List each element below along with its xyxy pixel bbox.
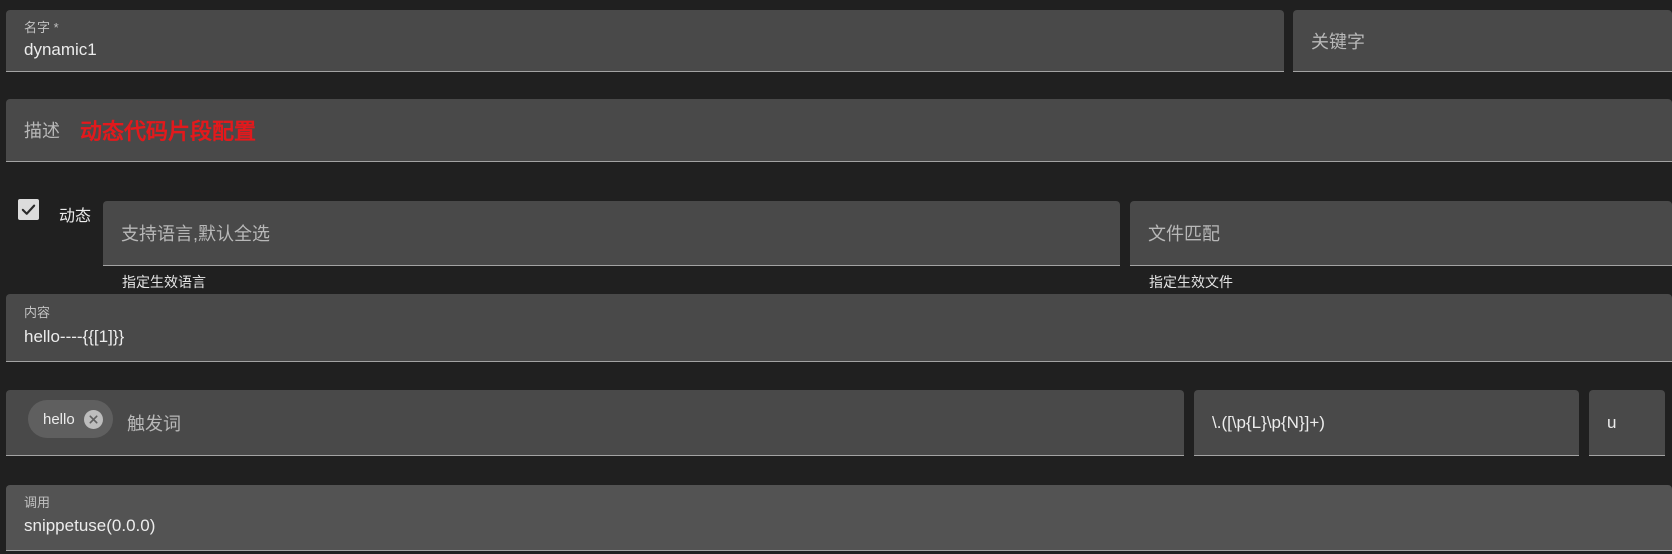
file-match-field-placeholder: 文件匹配 bbox=[1148, 224, 1220, 244]
file-match-field-helper: 指定生效文件 bbox=[1149, 274, 1233, 290]
language-field[interactable]: 支持语言,默认全选 bbox=[103, 201, 1120, 266]
keyword-field-placeholder: 关键字 bbox=[1311, 31, 1365, 52]
description-field-value: 动态代码片段配置 bbox=[80, 119, 257, 144]
trigger-chip[interactable]: hello bbox=[28, 400, 113, 438]
name-field-label: 名字 * bbox=[24, 20, 59, 35]
check-icon bbox=[21, 204, 36, 215]
language-field-placeholder: 支持语言,默认全选 bbox=[121, 224, 271, 244]
name-field[interactable]: 名字 * dynamic1 bbox=[6, 10, 1284, 72]
file-match-field[interactable]: 文件匹配 bbox=[1130, 201, 1672, 266]
content-field[interactable]: 内容 hello----{{[1]}} bbox=[6, 294, 1672, 362]
trigger-chip-label: hello bbox=[43, 410, 75, 428]
keyword-field[interactable]: 关键字 bbox=[1293, 10, 1672, 72]
flags-field-value: u bbox=[1607, 412, 1617, 432]
trigger-field[interactable]: hello 触发词 bbox=[6, 390, 1184, 456]
description-field[interactable]: 描述 动态代码片段配置 bbox=[6, 99, 1672, 162]
language-field-helper: 指定生效语言 bbox=[122, 274, 206, 290]
invoke-field[interactable]: 调用 snippetuse(0.0.0) bbox=[6, 485, 1672, 551]
trigger-field-placeholder: 触发词 bbox=[127, 413, 181, 434]
chip-close-icon[interactable] bbox=[83, 409, 103, 429]
regex-field-value: \.([\p{L}\p{N}]+) bbox=[1212, 412, 1325, 432]
name-field-value: dynamic1 bbox=[24, 40, 97, 59]
regex-field[interactable]: \.([\p{L}\p{N}]+) bbox=[1194, 390, 1579, 456]
invoke-field-label: 调用 bbox=[24, 495, 51, 510]
content-field-label: 内容 bbox=[24, 305, 51, 320]
dynamic-checkbox[interactable] bbox=[18, 199, 39, 220]
dynamic-checkbox-label: 动态 bbox=[59, 208, 92, 225]
description-field-placeholder: 描述 bbox=[24, 121, 60, 141]
content-field-value: hello----{{[1]}} bbox=[24, 327, 125, 346]
flags-field[interactable]: u bbox=[1589, 390, 1665, 456]
invoke-field-value: snippetuse(0.0.0) bbox=[24, 516, 156, 535]
